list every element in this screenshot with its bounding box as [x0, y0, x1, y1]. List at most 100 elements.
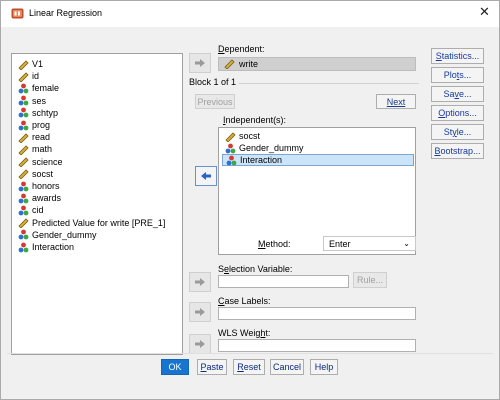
variable-item[interactable]: female	[18, 82, 59, 94]
variable-item[interactable]: id	[18, 70, 39, 82]
footer-divider	[7, 353, 493, 354]
method-value: Enter	[329, 238, 351, 249]
wls-weight-field[interactable]	[218, 339, 416, 352]
move-to-independent-button[interactable]	[195, 166, 217, 186]
rule-button[interactable]: Rule...	[353, 272, 387, 288]
dependent-label: Dependent:	[218, 44, 265, 54]
variable-item[interactable]: Interaction	[18, 241, 74, 253]
ok-button[interactable]: OK	[161, 359, 189, 375]
independent-item[interactable]: Interaction	[222, 154, 414, 166]
move-to-wls-weight-button[interactable]	[189, 334, 211, 354]
plots-button[interactable]: Plo t s...	[431, 67, 484, 83]
scale-ruler-icon	[18, 145, 29, 155]
right-arrow-icon	[195, 308, 205, 316]
independent-label: Independent(s):	[223, 115, 287, 125]
variable-item[interactable]: read	[18, 131, 50, 143]
variable-label: schtyp	[32, 107, 59, 118]
variable-item[interactable]: awards	[18, 192, 61, 204]
method-select[interactable]: Enter ⌄	[323, 236, 416, 251]
variable-label: honors	[32, 181, 60, 191]
dependent-value: write	[239, 59, 259, 69]
nominal-icon	[18, 107, 29, 118]
move-to-case-labels-button[interactable]	[189, 302, 211, 322]
variable-item[interactable]: prog	[18, 119, 50, 131]
variable-item[interactable]: Gender_dummy	[18, 229, 97, 241]
next-button[interactable]: Next	[376, 94, 416, 109]
variable-label: ses	[32, 95, 47, 106]
independent-item[interactable]: Gender_dummy	[222, 142, 414, 154]
scale-ruler-icon	[18, 218, 29, 229]
move-to-selection-button[interactable]	[189, 272, 211, 292]
variable-label: awards	[32, 193, 62, 204]
independent-item[interactable]: socst	[222, 130, 414, 142]
variable-item[interactable]: socst	[18, 168, 53, 180]
case-labels-label: Case Labels:	[218, 296, 271, 306]
variable-label: prog	[32, 120, 51, 130]
variable-label: math	[32, 144, 53, 155]
nominal-icon	[18, 120, 29, 130]
nominal-icon	[18, 229, 29, 240]
window-title: Linear Regression	[29, 8, 103, 18]
variable-item[interactable]: Predicted Value for write [PRE_1]	[18, 217, 165, 229]
nominal-icon	[226, 155, 237, 165]
move-to-dependent-button[interactable]	[189, 53, 211, 73]
spss-app-icon	[11, 8, 24, 19]
scale-ruler-icon	[224, 59, 235, 69]
nominal-icon	[18, 181, 29, 191]
scale-ruler-icon	[18, 133, 29, 143]
close-icon[interactable]: ✕	[479, 4, 490, 20]
variable-label: female	[32, 83, 60, 94]
help-button[interactable]: Help	[310, 359, 338, 375]
variable-label: read	[32, 132, 51, 143]
title-bar: Linear Regression ✕	[1, 1, 499, 27]
wls-weight-label: WLS Weight:	[218, 328, 271, 338]
selection-variable-label: Selection Variable:	[218, 264, 293, 274]
method-label: Method:	[258, 239, 291, 249]
paste-button[interactable]: Paste	[197, 359, 227, 375]
variable-item[interactable]: schtyp	[18, 107, 58, 119]
right-arrow-icon	[195, 340, 205, 348]
block-divider	[239, 83, 419, 84]
right-arrow-icon	[195, 59, 205, 67]
variable-item[interactable]: honors	[18, 180, 60, 192]
bootstrap-button[interactable]: Bootstrap...	[431, 143, 484, 159]
previous-button[interactable]: Previous	[195, 94, 235, 109]
block-label: Block 1 of 1	[189, 77, 237, 87]
variable-item[interactable]: cid	[18, 204, 44, 216]
nominal-icon	[18, 205, 29, 216]
variable-item[interactable]: math	[18, 143, 52, 155]
variable-item[interactable]: V1	[18, 58, 43, 70]
independent-item-label: socst	[239, 131, 261, 141]
scale-ruler-icon	[18, 169, 29, 180]
scale-ruler-icon	[18, 59, 29, 70]
linear-regression-dialog: Linear Regression ✕ V1 id female ses schtyp p…	[0, 0, 500, 400]
variable-label: Predicted Value for write [PRE_1]	[32, 217, 166, 228]
case-labels-field[interactable]	[218, 307, 416, 320]
nominal-icon	[18, 95, 29, 106]
variable-label: id	[32, 71, 40, 82]
variable-item[interactable]: ses	[18, 95, 46, 107]
independent-item-label: Interaction	[240, 155, 283, 165]
statistics-button[interactable]: Statistics...	[431, 48, 484, 64]
variable-label: science	[32, 156, 63, 167]
nominal-icon	[225, 143, 236, 153]
save-button[interactable]: Sa v e...	[431, 86, 484, 102]
variable-item[interactable]: science	[18, 156, 63, 168]
cancel-button[interactable]: Cancel	[270, 359, 304, 375]
scale-ruler-icon	[18, 157, 29, 168]
variable-label: Interaction	[32, 242, 75, 252]
right-arrow-icon	[195, 278, 205, 286]
style-button[interactable]: St y le...	[431, 124, 484, 140]
scale-ruler-icon	[225, 131, 236, 142]
variable-label: cid	[32, 205, 44, 216]
reset-button[interactable]: Reset	[233, 359, 265, 375]
dependent-field[interactable]: write	[218, 57, 416, 71]
nominal-icon	[18, 193, 29, 204]
nominal-icon	[18, 83, 29, 94]
scale-ruler-icon	[18, 72, 29, 82]
variable-list[interactable]: V1 id female ses schtyp prog read math science so…	[11, 53, 183, 355]
variable-label: V1	[32, 59, 44, 69]
variable-label: socst	[32, 168, 54, 179]
selection-variable-field[interactable]	[218, 275, 349, 288]
options-button[interactable]: Options...	[431, 105, 484, 121]
